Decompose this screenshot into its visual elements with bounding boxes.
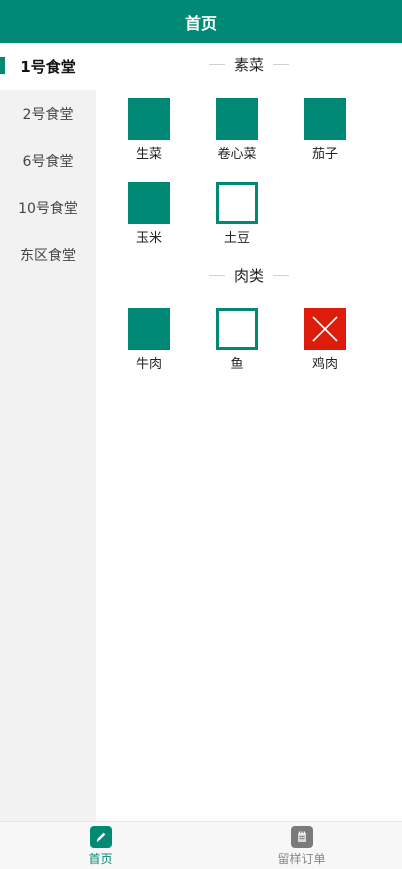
dish-panel: 素菜 生菜 卷心菜 茄子 玉米 土豆 肉类 牛肉 鱼 鸡肉 <box>96 43 402 821</box>
sidebar-item-canteen-10[interactable]: 10号食堂 <box>0 184 96 231</box>
dish-name: 土豆 <box>223 231 250 246</box>
sidebar-item-canteen-2[interactable]: 2号食堂 <box>0 90 96 137</box>
dish-name: 卷心菜 <box>217 147 257 162</box>
dish-swatch <box>128 308 170 350</box>
section-title-vegetables: 素菜 <box>96 54 402 74</box>
dish-item-potato[interactable]: 土豆 <box>202 182 272 247</box>
notepad-icon <box>290 826 313 848</box>
section-title-label: 素菜 <box>233 55 264 74</box>
tab-label: 首页 <box>88 852 113 866</box>
dish-swatch <box>216 98 258 140</box>
bottom-tabbar: 首页 留样订单 <box>0 821 402 869</box>
divider <box>208 63 225 65</box>
section-title-meat: 肉类 <box>96 265 402 285</box>
sidebar-item-label: 6号食堂 <box>22 153 74 170</box>
sidebar-item-label: 东区食堂 <box>20 247 76 264</box>
dish-item-beef[interactable]: 牛肉 <box>114 308 184 373</box>
sidebar-item-canteen-6[interactable]: 6号食堂 <box>0 137 96 184</box>
dish-name: 生菜 <box>135 147 162 162</box>
pencil-icon <box>89 826 112 848</box>
dish-swatch <box>304 98 346 140</box>
dish-name: 玉米 <box>135 231 162 246</box>
sidebar-item-canteen-1[interactable]: 1号食堂 <box>0 43 96 90</box>
dish-item-cabbage[interactable]: 卷心菜 <box>202 98 272 163</box>
divider <box>273 274 289 276</box>
sidebar-item-label: 1号食堂 <box>20 58 76 76</box>
divider <box>208 274 225 276</box>
tab-sample-orders[interactable]: 留样订单 <box>201 826 402 867</box>
divider <box>273 63 289 65</box>
sidebar-item-label: 2号食堂 <box>22 106 74 123</box>
app-header: 首页 <box>0 0 402 43</box>
dish-swatch <box>128 98 170 140</box>
dish-item-lettuce[interactable]: 生菜 <box>114 98 184 163</box>
tab-home[interactable]: 首页 <box>0 826 201 867</box>
dish-swatch <box>216 308 258 350</box>
dish-item-chicken[interactable]: 鸡肉 <box>290 308 360 373</box>
section-title-label: 肉类 <box>233 266 264 285</box>
dish-item-eggplant[interactable]: 茄子 <box>290 98 360 163</box>
dish-item-fish[interactable]: 鱼 <box>202 308 272 373</box>
close-icon <box>312 316 338 342</box>
sidebar-item-canteen-east[interactable]: 东区食堂 <box>0 231 96 278</box>
dish-swatch <box>216 182 258 224</box>
dish-name: 牛肉 <box>135 357 162 372</box>
tab-label: 留样订单 <box>277 852 326 866</box>
page-title: 首页 <box>184 13 217 33</box>
dish-name: 鱼 <box>230 357 244 372</box>
dish-item-corn[interactable]: 玉米 <box>114 182 184 247</box>
dish-swatch <box>304 308 346 350</box>
dish-name: 茄子 <box>311 147 338 162</box>
sidebar-item-label: 10号食堂 <box>18 200 78 217</box>
dish-name: 鸡肉 <box>311 357 338 372</box>
dish-swatch <box>128 182 170 224</box>
canteen-sidebar: 1号食堂 2号食堂 6号食堂 10号食堂 东区食堂 <box>0 43 96 821</box>
